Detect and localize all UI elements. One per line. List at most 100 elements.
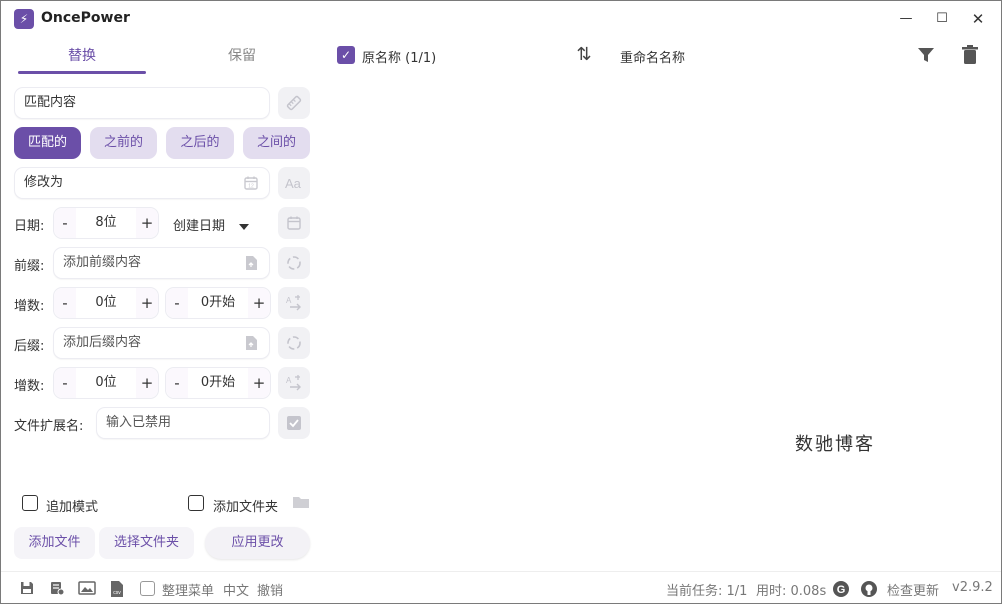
increment-start-value[interactable]: 0开始 — [188, 368, 248, 398]
increment-digits-plus-button[interactable]: + — [136, 368, 158, 398]
mode-after-button[interactable]: 之后的 — [166, 127, 234, 159]
extension-input[interactable]: 输入已禁用 — [96, 407, 270, 439]
original-name-header[interactable]: 原名称 (1/1) — [362, 47, 436, 66]
swap-icon: A — [286, 375, 301, 391]
prefix-refresh-button[interactable] — [278, 247, 310, 279]
suffix-label: 后缀: — [14, 339, 45, 354]
renamed-name-header: 重命名名称 — [620, 51, 686, 66]
mode-between-button[interactable]: 之间的 — [243, 127, 310, 159]
replace-with-input[interactable]: 修改为 12 — [14, 167, 270, 199]
file-upload-icon[interactable] — [243, 255, 259, 271]
filter-icon[interactable] — [915, 44, 937, 66]
add-folder-checkbox[interactable] — [188, 495, 204, 511]
text-case-button[interactable]: Aa — [278, 167, 310, 199]
refresh-icon — [287, 336, 301, 350]
increment-start-minus-button[interactable]: - — [166, 368, 188, 398]
ruler-icon — [286, 95, 302, 111]
increment-start-minus-button[interactable]: - — [166, 288, 188, 318]
match-content-input[interactable]: 匹配内容 — [14, 87, 270, 119]
prefix-input[interactable]: 添加前缀内容 — [53, 247, 270, 279]
prefix-placeholder: 添加前缀内容 — [63, 255, 142, 270]
increment-start-plus-button[interactable]: + — [248, 288, 270, 318]
folder-icon — [292, 495, 310, 509]
version-text: v2.9.2 — [952, 580, 993, 595]
date-digits-stepper[interactable]: - 8位 + — [53, 207, 159, 239]
date-calendar-button[interactable] — [278, 207, 310, 239]
select-folder-button[interactable]: 选择文件夹 — [99, 527, 194, 559]
date-type-select[interactable]: 创建日期 — [173, 215, 250, 234]
date-minus-button[interactable]: - — [54, 208, 76, 238]
replace-with-value: 修改为 — [24, 175, 64, 190]
sort-icon[interactable]: ⇅ — [573, 44, 595, 66]
svg-text:csv: csv — [113, 590, 121, 596]
svg-text:Aa: Aa — [285, 176, 302, 191]
increment-swap-button[interactable]: A — [278, 287, 310, 319]
language-toggle[interactable]: 中文 — [223, 580, 249, 599]
image-icon[interactable] — [78, 580, 96, 598]
prefix-label: 前缀: — [14, 259, 45, 274]
file-upload-icon[interactable] — [243, 335, 259, 351]
save-icon[interactable] — [18, 580, 36, 598]
increment-label: 增数: — [14, 379, 45, 394]
append-mode-checkbox[interactable] — [22, 495, 38, 511]
increment-digits-minus-button[interactable]: - — [54, 288, 76, 318]
ruler-button[interactable] — [278, 87, 310, 119]
extension-toggle-button[interactable] — [278, 407, 310, 439]
mode-matched-button[interactable]: 匹配的 — [14, 127, 81, 159]
increment-start-stepper[interactable]: - 0开始 + — [165, 367, 271, 399]
increment-digits-minus-button[interactable]: - — [54, 368, 76, 398]
increment-digits-value[interactable]: 0位 — [76, 288, 136, 318]
app-logo-icon: ⚡ — [14, 9, 34, 29]
add-files-button[interactable]: 添加文件 — [14, 527, 95, 559]
mode-before-button[interactable]: 之前的 — [90, 127, 157, 159]
suffix-placeholder: 添加后缀内容 — [63, 335, 142, 350]
elapsed-time-text: 用时: 0.08s — [756, 584, 827, 599]
active-tab-indicator — [18, 71, 146, 74]
tab-replace[interactable]: 替换 — [18, 45, 146, 67]
close-button[interactable]: ✕ — [966, 8, 990, 30]
google-icon[interactable]: G — [832, 580, 850, 598]
text-case-icon: Aa — [285, 176, 302, 191]
log-icon[interactable] — [48, 580, 66, 598]
increment-digits-plus-button[interactable]: + — [136, 288, 158, 318]
date-plus-button[interactable]: + — [136, 208, 158, 238]
suffix-refresh-button[interactable] — [278, 327, 310, 359]
calendar-icon[interactable]: 12 — [243, 175, 259, 191]
swap-icon: A — [286, 295, 301, 311]
checkbox-icon — [287, 416, 301, 430]
increment-digits-stepper[interactable]: - 0位 + — [53, 287, 159, 319]
tab-keep[interactable]: 保留 — [178, 45, 306, 67]
extension-placeholder: 输入已禁用 — [106, 415, 172, 430]
minimize-button[interactable]: — — [894, 8, 918, 30]
increment-start-value[interactable]: 0开始 — [188, 288, 248, 318]
csv-icon[interactable]: csv — [108, 580, 126, 598]
github-icon[interactable] — [860, 580, 878, 598]
suffix-input[interactable]: 添加后缀内容 — [53, 327, 270, 359]
app-title: OncePower — [41, 10, 130, 26]
check-update-button[interactable]: 检查更新 — [887, 580, 939, 599]
svg-text:A: A — [286, 296, 292, 305]
trash-icon[interactable] — [959, 44, 981, 66]
current-task-text: 当前任务: 1/1 — [666, 584, 748, 599]
organize-menu-label: 整理菜单 — [162, 584, 215, 599]
app-window: ⚡ OncePower — ☐ ✕ 替换 保留 匹配内容 匹配的 之前的 之后的… — [0, 0, 1002, 604]
add-folder-label: 添加文件夹 — [213, 500, 279, 515]
date-label: 日期: — [14, 219, 45, 234]
maximize-button[interactable]: ☐ — [930, 8, 954, 30]
undo-button[interactable]: 撤销 — [257, 580, 283, 599]
increment-start-plus-button[interactable]: + — [248, 368, 270, 398]
date-digits-value[interactable]: 8位 — [76, 208, 136, 238]
status-bar: csv 整理菜单 中文 撤销 当前任务: 1/1 用时: 0.08s G 检查更… — [1, 571, 1001, 603]
svg-text:A: A — [286, 376, 292, 385]
select-all-checkbox[interactable]: ✓ — [337, 46, 355, 64]
organize-menu-checkbox[interactable] — [140, 581, 155, 596]
extension-label: 文件扩展名: — [14, 419, 84, 434]
refresh-icon — [287, 256, 301, 270]
left-panel: 替换 保留 匹配内容 匹配的 之前的 之后的 之间的 修改为 12 Aa 日期:… — [1, 37, 323, 567]
increment-digits-value[interactable]: 0位 — [76, 368, 136, 398]
increment-digits-stepper[interactable]: - 0位 + — [53, 367, 159, 399]
increment-start-stepper[interactable]: - 0开始 + — [165, 287, 271, 319]
apply-changes-button[interactable]: 应用更改 — [205, 527, 310, 559]
increment-swap-button[interactable]: A — [278, 367, 310, 399]
svg-text:12: 12 — [248, 184, 254, 190]
